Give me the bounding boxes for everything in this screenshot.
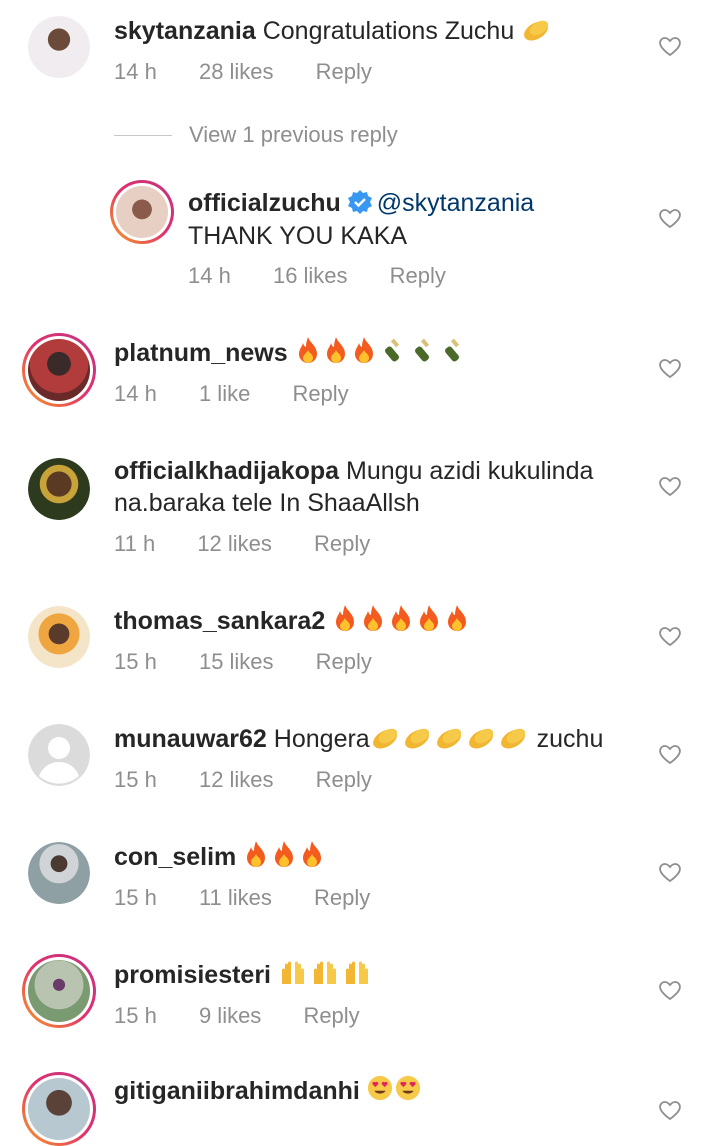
username[interactable]: officialzuchu bbox=[188, 189, 341, 217]
heart-icon[interactable] bbox=[658, 860, 682, 884]
fire-icon bbox=[275, 841, 294, 867]
heart-icon[interactable] bbox=[658, 206, 682, 230]
comment-text-after: zuchu bbox=[536, 725, 604, 753]
clapping-hands-icon bbox=[404, 728, 429, 749]
comment-time: 15 h bbox=[114, 1003, 157, 1028]
heart-eyes-icon bbox=[395, 1075, 420, 1101]
divider bbox=[114, 135, 172, 136]
bottle-icon bbox=[384, 338, 399, 362]
clapping-hands-icon bbox=[524, 20, 549, 41]
comment-time: 11 h bbox=[114, 531, 156, 556]
fire-icon bbox=[247, 841, 266, 867]
username[interactable]: gitiganiibrahimdanhi bbox=[114, 1077, 360, 1105]
heart-icon[interactable] bbox=[658, 742, 682, 766]
bottle-icon bbox=[444, 338, 459, 362]
avatar[interactable] bbox=[28, 458, 90, 520]
heart-icon[interactable] bbox=[658, 474, 682, 498]
clapping-hands-icon bbox=[500, 728, 525, 749]
reply-button[interactable]: Reply bbox=[314, 884, 370, 912]
comment-time: 14 h bbox=[114, 381, 157, 406]
fire-icon bbox=[336, 605, 355, 631]
avatar[interactable] bbox=[28, 724, 90, 786]
fire-icon bbox=[448, 605, 467, 631]
likes-count[interactable]: 12 likes bbox=[199, 766, 274, 794]
avatar[interactable] bbox=[28, 16, 90, 78]
username[interactable]: promisiesteri bbox=[114, 961, 271, 989]
likes-count[interactable]: 9 likes bbox=[199, 1002, 261, 1030]
likes-count[interactable]: 28 likes bbox=[199, 58, 274, 86]
clapping-hands-icon bbox=[468, 728, 493, 749]
fire-icon bbox=[354, 337, 373, 363]
avatar[interactable] bbox=[22, 1072, 96, 1146]
fire-icon bbox=[420, 605, 439, 631]
comment-time: 15 h bbox=[114, 885, 157, 910]
avatar[interactable] bbox=[28, 606, 90, 668]
fire-icon bbox=[364, 605, 383, 631]
clapping-hands-icon bbox=[436, 728, 461, 749]
heart-icon[interactable] bbox=[658, 978, 682, 1002]
reply-button[interactable]: Reply bbox=[390, 262, 446, 290]
reply-button[interactable]: Reply bbox=[314, 530, 370, 558]
comment-time: 14 h bbox=[114, 59, 157, 84]
likes-count[interactable]: 11 likes bbox=[199, 884, 272, 912]
mention-link[interactable]: @skytanzania bbox=[377, 189, 534, 217]
comment-text-continued: na.baraka tele In ShaaAllsh bbox=[114, 489, 420, 517]
username[interactable]: officialkhadijakopa bbox=[114, 457, 339, 485]
fire-icon bbox=[303, 841, 322, 867]
likes-count[interactable]: 12 likes bbox=[197, 530, 272, 558]
comment-time: 15 h bbox=[114, 649, 157, 674]
fire-icon bbox=[392, 605, 411, 631]
heart-eyes-icon bbox=[367, 1075, 392, 1101]
reply-button[interactable]: Reply bbox=[316, 58, 372, 86]
bottle-icon bbox=[414, 338, 429, 362]
username[interactable]: munauwar62 bbox=[114, 725, 267, 753]
username[interactable]: thomas_sankara2 bbox=[114, 607, 325, 635]
username[interactable]: con_selim bbox=[114, 843, 236, 871]
heart-icon[interactable] bbox=[658, 34, 682, 58]
avatar[interactable] bbox=[28, 842, 90, 904]
heart-icon[interactable] bbox=[658, 624, 682, 648]
reply-button[interactable]: Reply bbox=[316, 766, 372, 794]
reply-button[interactable]: Reply bbox=[303, 1002, 359, 1030]
reply-button[interactable]: Reply bbox=[316, 648, 372, 676]
fire-icon bbox=[326, 337, 345, 363]
avatar[interactable] bbox=[22, 954, 96, 1028]
verified-badge-icon bbox=[347, 190, 372, 214]
comment-text: Congratulations Zuchu bbox=[262, 17, 515, 45]
heart-icon[interactable] bbox=[658, 1098, 682, 1122]
reply-button[interactable]: Reply bbox=[292, 380, 348, 408]
likes-count[interactable]: 16 likes bbox=[273, 262, 348, 290]
comment-text: Mungu azidi kukulinda bbox=[346, 457, 594, 485]
comment-text: Hongera bbox=[273, 725, 370, 753]
raised-hands-icon bbox=[313, 961, 336, 984]
raised-hands-icon bbox=[281, 961, 304, 984]
username[interactable]: skytanzania bbox=[114, 17, 256, 45]
likes-count[interactable]: 15 likes bbox=[199, 648, 274, 676]
fire-icon bbox=[298, 337, 317, 363]
avatar[interactable] bbox=[110, 180, 174, 244]
comment-text: THANK YOU KAKA bbox=[188, 222, 408, 250]
likes-count[interactable]: 1 like bbox=[199, 380, 250, 408]
comment-time: 14 h bbox=[188, 263, 231, 288]
heart-icon[interactable] bbox=[658, 356, 682, 380]
comment-time: 15 h bbox=[114, 767, 157, 792]
clapping-hands-icon bbox=[372, 728, 397, 749]
username[interactable]: platnum_news bbox=[114, 339, 288, 367]
raised-hands-icon bbox=[345, 961, 368, 984]
avatar[interactable] bbox=[22, 333, 96, 407]
default-avatar-icon bbox=[28, 724, 90, 786]
view-previous-label[interactable]: View 1 previous reply bbox=[189, 122, 398, 148]
